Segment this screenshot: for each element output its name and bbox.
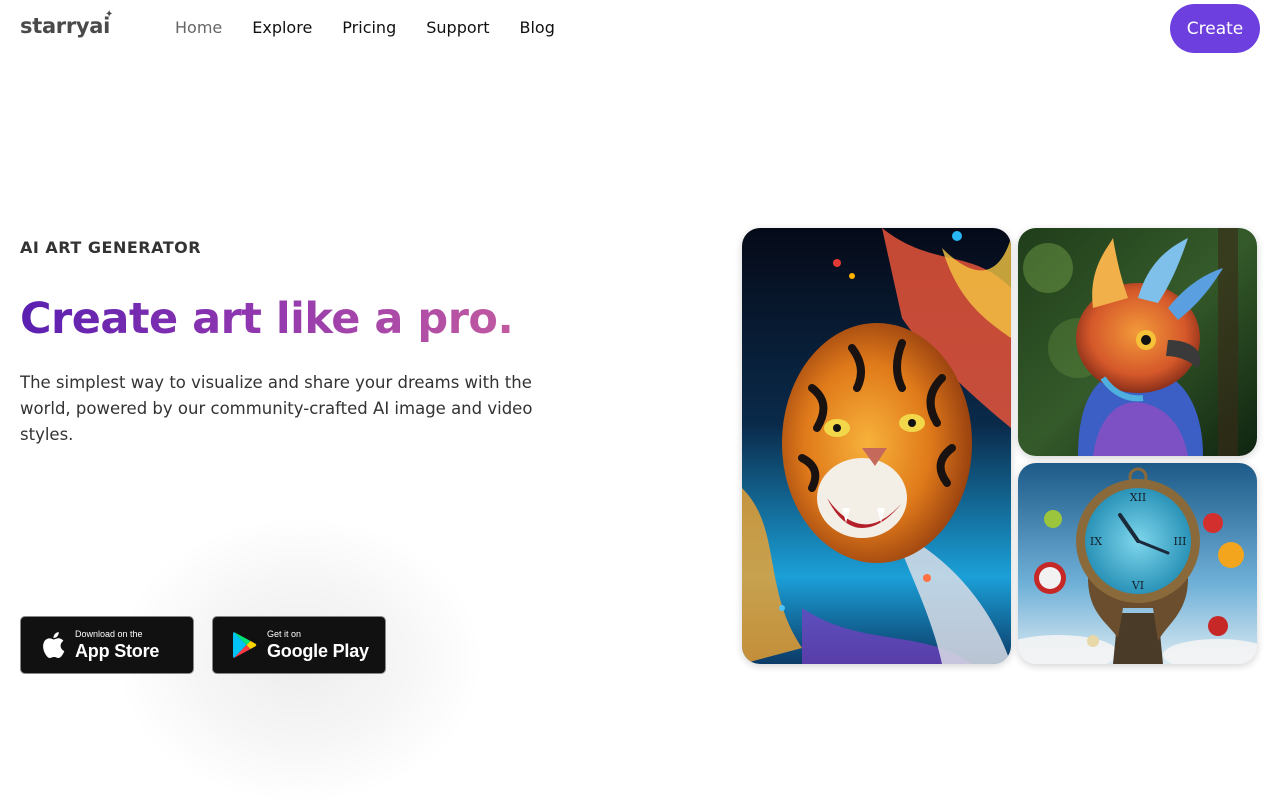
nav-pricing[interactable]: Pricing [342,18,396,37]
svg-text:IX: IX [1090,535,1102,548]
hero-headline: Create art like a pro. [20,294,514,344]
nav-explore[interactable]: Explore [252,18,312,37]
google-play-text: Get it on Google Play [267,629,369,662]
main-nav: Home Explore Pricing Support Blog [175,18,555,37]
app-store-small: Download on the [75,628,143,639]
svg-text:III: III [1173,535,1186,548]
svg-text:VI: VI [1131,579,1144,592]
app-store-text: Download on the App Store [75,629,159,662]
google-play-badge[interactable]: Get it on Google Play [212,616,386,674]
svg-text:XII: XII [1130,491,1147,504]
tiger-artwork[interactable] [742,228,1011,664]
app-store-badge[interactable]: Download on the App Store [20,616,194,674]
google-play-icon [231,629,259,661]
create-button[interactable]: Create [1170,4,1260,53]
apple-icon [39,629,67,661]
logo-text: starryai [20,14,111,38]
nav-support[interactable]: Support [426,18,489,37]
app-store-large: App Store [75,640,160,661]
melting-clock-artwork[interactable]: XII III VI IX [1018,463,1257,664]
logo-star-icon: ✦ [105,9,114,20]
site-header: starryai ✦ Home Explore Pricing Support … [0,0,1280,60]
google-play-large: Google Play [267,640,369,661]
hero-subtext: The simplest way to visualize and share … [20,373,533,444]
nav-home[interactable]: Home [175,18,222,37]
starryai-logo[interactable]: starryai ✦ [20,9,113,38]
hero-eyebrow: AI ART GENERATOR [20,238,202,257]
google-play-small: Get it on [267,628,302,639]
nav-blog[interactable]: Blog [519,18,554,37]
bird-artwork[interactable] [1018,228,1257,456]
